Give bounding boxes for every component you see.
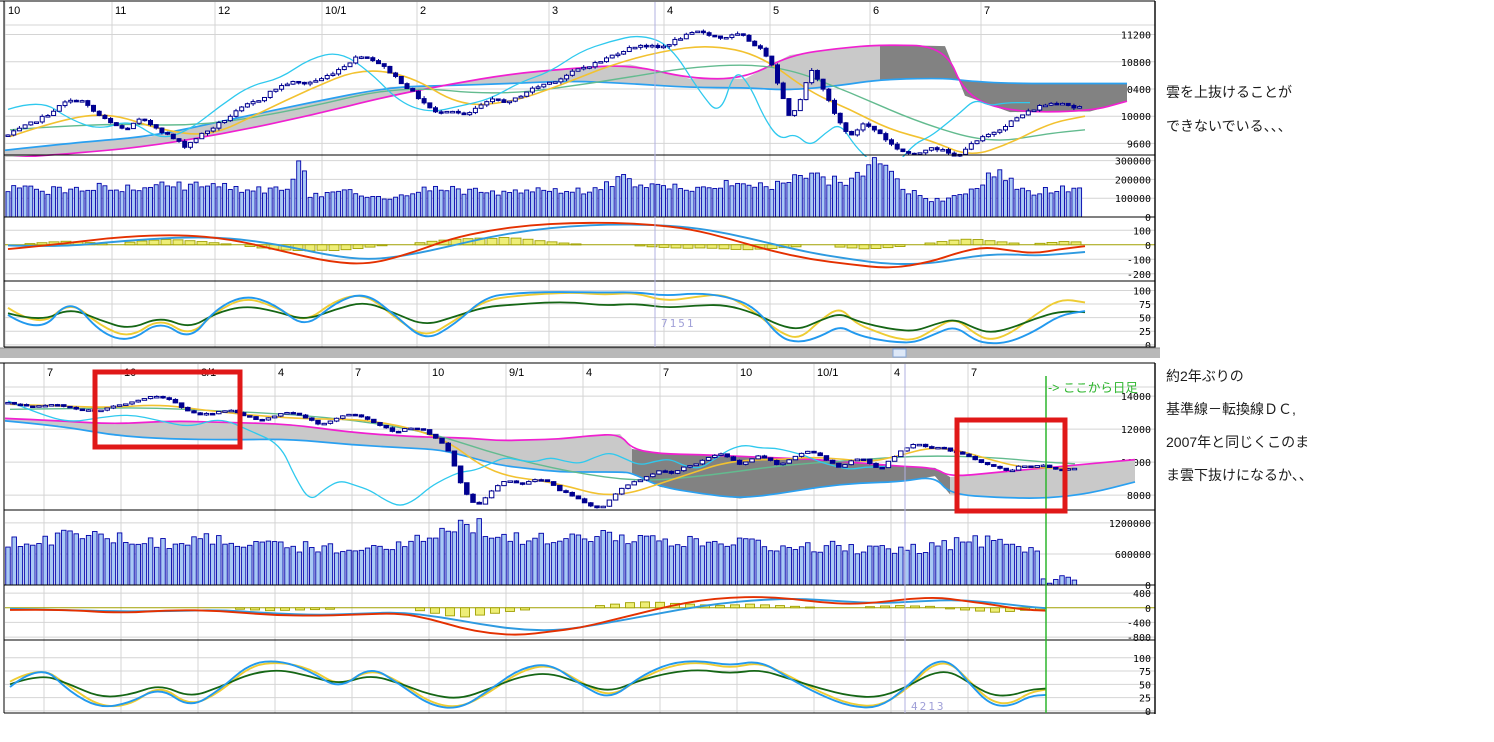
svg-text:11200: 11200 (1121, 31, 1151, 42)
svg-text:9/1: 9/1 (509, 367, 524, 379)
annotation-line: 約2年ぶりの (1166, 360, 1313, 393)
svg-text:50: 50 (1139, 680, 1151, 691)
crosshair-value: 4213 (911, 700, 946, 713)
svg-text:7: 7 (47, 367, 53, 379)
svg-text:100: 100 (1133, 226, 1151, 237)
svg-text:75: 75 (1139, 667, 1151, 678)
svg-text:0: 0 (1145, 707, 1151, 718)
svg-text:4: 4 (667, 5, 673, 17)
svg-text:9600: 9600 (1127, 139, 1151, 150)
svg-text:-200: -200 (1127, 270, 1151, 281)
svg-text:300000: 300000 (1115, 157, 1151, 168)
svg-text:25: 25 (1139, 694, 1151, 705)
svg-text:25: 25 (1139, 327, 1151, 338)
svg-text:7: 7 (984, 5, 990, 17)
svg-text:10/1: 10/1 (325, 5, 346, 17)
top-chart-annotation: 雲を上抜けることが できないでいる、、、 (1166, 75, 1292, 143)
svg-text:10000: 10000 (1121, 112, 1151, 123)
annotation-line: 雲を上抜けることが (1166, 75, 1292, 109)
scrollbar-thumb[interactable] (893, 349, 906, 357)
svg-text:7: 7 (663, 367, 669, 379)
svg-text:600000: 600000 (1115, 550, 1151, 561)
crosshair-value: 7151 (661, 317, 696, 330)
svg-text:400: 400 (1133, 589, 1151, 600)
svg-text:-100: -100 (1127, 255, 1151, 266)
svg-text:10: 10 (432, 367, 444, 379)
svg-text:10800: 10800 (1121, 58, 1151, 69)
svg-text:1200000: 1200000 (1109, 519, 1151, 530)
svg-text:7: 7 (355, 367, 361, 379)
svg-text:12: 12 (218, 5, 230, 17)
svg-text:0: 0 (1145, 213, 1151, 224)
svg-text:10/1: 10/1 (817, 367, 838, 379)
svg-text:7: 7 (971, 367, 977, 379)
annotation-line: 基準線－転換線ＤＣ, (1166, 393, 1313, 426)
annotation-line: ま雲下抜けになるか、、 (1166, 459, 1313, 492)
weekly-candlestick-chart[interactable]: 7108/147109/1471010/14714000120001000080… (0, 362, 1160, 718)
svg-text:8000: 8000 (1127, 491, 1151, 502)
green-marker-label: -> ここから日足 (1048, 381, 1138, 395)
svg-text:4: 4 (586, 367, 592, 379)
svg-text:6: 6 (873, 5, 879, 17)
svg-text:4: 4 (278, 367, 284, 379)
svg-text:100000: 100000 (1115, 194, 1151, 205)
svg-text:12000: 12000 (1121, 425, 1151, 436)
daily-candlestick-chart[interactable]: 10111210/1234567112001080010400100009600… (0, 0, 1160, 358)
svg-text:100: 100 (1133, 286, 1151, 297)
svg-text:-400: -400 (1127, 618, 1151, 629)
horizontal-scrollbar[interactable] (0, 348, 1160, 358)
svg-text:3: 3 (552, 5, 558, 17)
svg-text:11: 11 (115, 5, 126, 17)
svg-text:2: 2 (420, 5, 426, 17)
annotation-line: できないでいる、、、 (1166, 109, 1292, 143)
svg-text:50: 50 (1139, 314, 1151, 325)
annotation-line: 2007年と同じくこのま (1166, 426, 1313, 459)
bottom-chart-annotation: 約2年ぶりの 基準線－転換線ＤＣ, 2007年と同じくこのま ま雲下抜けになるか… (1166, 360, 1313, 492)
svg-text:4: 4 (894, 367, 900, 379)
svg-text:5: 5 (773, 5, 779, 17)
svg-text:200000: 200000 (1115, 175, 1151, 186)
svg-text:0: 0 (1145, 604, 1151, 615)
svg-text:75: 75 (1139, 300, 1151, 311)
svg-text:10: 10 (740, 367, 752, 379)
svg-text:-800: -800 (1127, 633, 1151, 644)
svg-text:10: 10 (8, 5, 20, 17)
svg-text:0: 0 (1145, 241, 1151, 252)
svg-text:100: 100 (1133, 654, 1151, 665)
chart-workspace: { "annotations": { "top_chart_note": ["雲… (0, 0, 1494, 742)
